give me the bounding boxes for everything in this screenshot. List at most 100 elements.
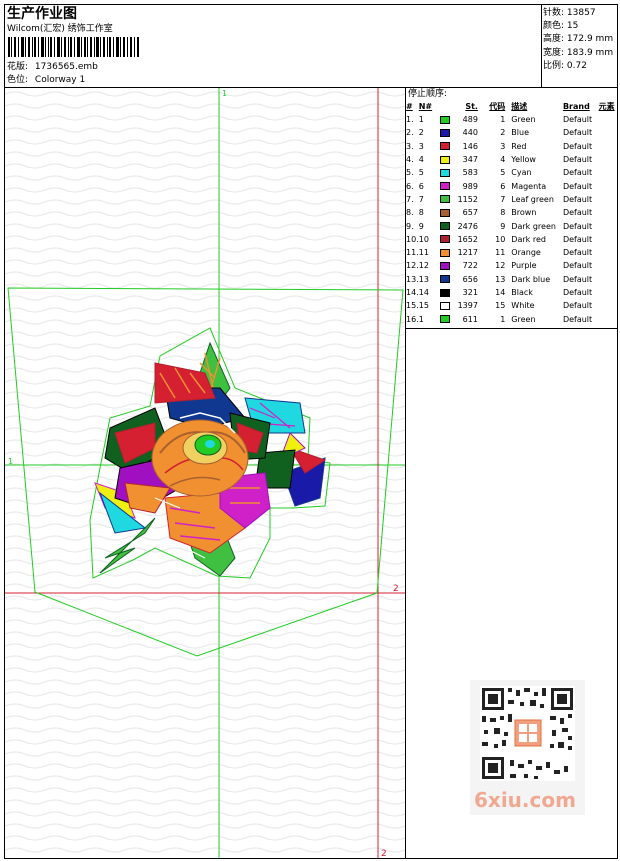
- cell-code: 5: [500, 168, 506, 178]
- stats-list: 针数: 13857 颜色: 15 高度: 172.9 mm 宽度: 183.9 …: [543, 7, 613, 73]
- cell-desc: Cyan: [511, 168, 532, 178]
- cell-brand: Default: [562, 248, 593, 258]
- cell-brand: Default: [562, 221, 593, 231]
- col-description: 描述: [511, 102, 528, 111]
- cell-code: 8: [500, 208, 506, 218]
- table-row: 2. 2 440 2 Blue Default: [406, 126, 620, 139]
- colorway-label: 色位: Colorway 1: [7, 75, 85, 86]
- company-name: Wilcom(汇宏) 绣饰工作室: [7, 24, 113, 34]
- cell-st: 440: [462, 128, 478, 138]
- cell-brand: Default: [562, 194, 593, 204]
- color-swatch: [440, 315, 451, 324]
- table-row: 13. 13 656 13 Dark blue Default: [406, 273, 620, 286]
- cell-desc: Leaf green: [511, 194, 554, 204]
- cell-brand: Default: [562, 181, 593, 191]
- cell-idx: 16.: [406, 314, 419, 324]
- color-swatch-cell: [440, 126, 456, 139]
- design-file: 1736565.emb: [34, 62, 98, 72]
- page-title: 生产作业图: [7, 6, 77, 22]
- cell-idx: 7.: [406, 194, 414, 204]
- cell-brand: Default: [562, 155, 593, 165]
- cell-element: [599, 273, 620, 286]
- table-row: 16. 1 611 1 Green Default: [406, 312, 620, 325]
- cell-code: 1: [500, 314, 506, 324]
- cell-code: 11: [495, 248, 506, 258]
- cell-st: 657: [462, 208, 478, 218]
- cell-brand: Default: [562, 288, 593, 297]
- design-label: 花版: 1736565.emb: [7, 62, 98, 73]
- color-swatch: [440, 155, 451, 164]
- cell-element: [599, 299, 620, 312]
- cell-st: 1652: [457, 234, 478, 244]
- col-swatch: [440, 100, 456, 113]
- color-swatch: [440, 168, 451, 177]
- cell-element: [599, 193, 620, 206]
- cell-n: 12: [418, 261, 429, 271]
- cell-brand: Default: [562, 168, 593, 178]
- cell-desc: Dark blue: [511, 274, 551, 284]
- cell-code: 9: [500, 221, 506, 231]
- cell-st: 347: [462, 155, 478, 165]
- color-swatch-cell: [440, 193, 456, 206]
- marker-bottom-2: 2: [381, 849, 387, 858]
- table-row: 5. 5 583 5 Cyan Default: [406, 166, 620, 179]
- color-swatch: [440, 275, 451, 284]
- col-index: #: [406, 102, 413, 111]
- color-swatch: [440, 115, 451, 124]
- cell-brand: Default: [562, 234, 593, 244]
- color-swatch-cell: [440, 219, 456, 232]
- design-preview: 1 1 2 2: [5, 88, 405, 858]
- cell-desc: Orange: [511, 248, 541, 258]
- cell-st: 2476: [457, 221, 478, 231]
- color-swatch: [440, 288, 451, 297]
- cell-n: 9: [418, 221, 424, 231]
- color-swatch-cell: [440, 259, 456, 272]
- cell-st: 489: [462, 115, 478, 125]
- cell-code: 12: [495, 261, 506, 271]
- cell-desc: Yellow: [511, 155, 536, 165]
- cell-n: 10: [418, 234, 429, 244]
- cell-code: 13: [495, 274, 506, 284]
- cell-element: [599, 286, 620, 299]
- cell-code: 15: [495, 301, 506, 311]
- color-swatch-cell: [440, 206, 456, 219]
- cell-st: 146: [462, 141, 478, 151]
- cell-brand: Default: [562, 141, 593, 151]
- watermark-text: 6xiu.com: [474, 788, 576, 812]
- cell-desc: Blue: [511, 128, 529, 138]
- color-swatch: [440, 208, 451, 217]
- cell-idx: 1.: [406, 115, 414, 125]
- color-swatch: [440, 195, 451, 204]
- col-code: 代码: [489, 102, 506, 111]
- cell-code: 1: [500, 115, 506, 125]
- color-swatch: [440, 222, 451, 231]
- cell-n: 4: [418, 155, 424, 165]
- stat-ratio: 比例: 0.72: [543, 60, 587, 71]
- cell-brand: Default: [562, 115, 593, 125]
- cell-brand: Default: [562, 301, 593, 311]
- color-swatch-cell: [440, 179, 456, 192]
- cell-desc: Black: [511, 288, 533, 297]
- color-swatch-cell: [440, 166, 456, 179]
- marker-right-2: 2: [393, 584, 399, 594]
- stat-stitches: 针数: 13857: [543, 8, 596, 18]
- cell-st: 722: [462, 261, 478, 271]
- colorway-label-text: 色位:: [7, 75, 29, 85]
- cell-idx: 5.: [406, 168, 414, 178]
- cell-idx: 8.: [406, 208, 414, 218]
- cell-n: 3: [418, 141, 424, 151]
- cell-n: 8: [418, 208, 424, 218]
- cell-st: 611: [462, 314, 478, 324]
- cell-brand: Default: [562, 261, 593, 271]
- cell-code: 4: [500, 155, 506, 165]
- cell-code: 2: [500, 128, 506, 138]
- color-swatch: [440, 182, 451, 191]
- color-swatch-cell: [440, 246, 456, 259]
- color-swatch: [440, 301, 451, 310]
- cell-desc: Purple: [511, 261, 537, 271]
- table-row: 12. 12 722 12 Purple Default: [406, 259, 620, 272]
- cell-element: [599, 259, 620, 272]
- barcode: [8, 37, 139, 57]
- table-row: 14. 14 321 14 Black Default: [406, 286, 620, 299]
- cell-element: [599, 312, 620, 325]
